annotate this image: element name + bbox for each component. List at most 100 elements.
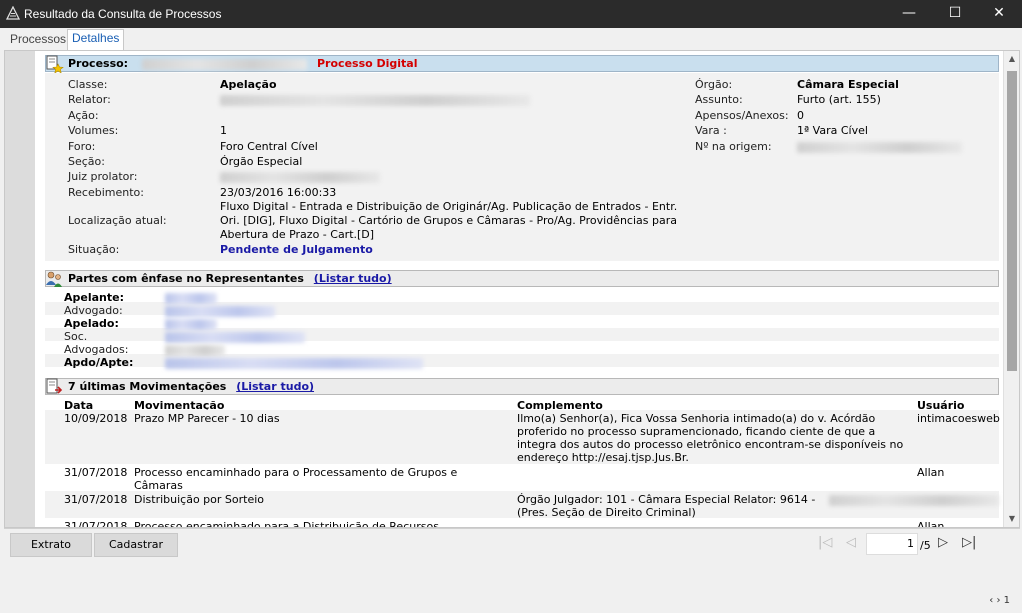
movimentacoes-title: 7 últimas Movimentações (Listar tudo) (68, 380, 314, 393)
orgao-value: Câmara Especial (797, 78, 899, 91)
processo-digital-tag: Processo Digital (317, 57, 418, 70)
partes-header: Partes com ênfase no Representantes (Lis… (45, 270, 999, 287)
parte-name-redacted[interactable] (165, 293, 217, 304)
prev-page-icon[interactable]: ◁ (846, 535, 856, 550)
vertical-scrollbar[interactable]: ▲ ▼ (1003, 51, 1019, 527)
field-label: Recebimento: (68, 186, 144, 199)
field-label: Nº na origem: (695, 140, 772, 153)
page-total: /5 (920, 539, 931, 552)
situacao-value: Pendente de Julgamento (220, 243, 373, 256)
field-label: Seção: (68, 155, 105, 168)
left-margin (5, 51, 35, 527)
document-star-icon (46, 55, 64, 74)
classe-value: Apelação (220, 78, 277, 91)
foro-value: Foro Central Cível (220, 140, 318, 153)
mov-complement: proferido no processo supramencionado, f… (517, 425, 876, 438)
mov-user: Allan (917, 520, 945, 528)
details-panel: Processo: Processo Digital Classe: Apela… (4, 50, 1020, 528)
vara-value: 1ª Vara Cível (797, 124, 868, 137)
minimize-button[interactable]: — (886, 0, 932, 28)
last-page-icon[interactable]: ▷| (962, 535, 976, 550)
mov-complement: Órgão Julgador: 101 - Câmara Especial Re… (517, 493, 816, 506)
mov-text: Processo encaminhado para a Distribuição… (134, 520, 439, 528)
maximize-button[interactable]: ☐ (932, 0, 978, 28)
status-bar: ‹ › 1 (0, 560, 1022, 613)
scroll-thumb[interactable] (1007, 71, 1017, 371)
processo-label: Processo: (68, 57, 129, 70)
close-button[interactable]: ✕ (976, 0, 1022, 28)
field-label: Assunto: (695, 93, 743, 106)
extrato-button[interactable]: Extrato (10, 533, 92, 557)
recebimento-value: 23/03/2016 16:00:33 (220, 186, 337, 199)
partes-title-text: Partes com ênfase no Representantes (68, 272, 304, 285)
tab-detalhes[interactable]: Detalhes (67, 29, 125, 50)
page-number-input[interactable]: 1 (866, 533, 918, 555)
parte-label: Apelante: (64, 291, 124, 304)
field-label: Foro: (68, 140, 96, 153)
table-row: 31/07/2018 Distribuição por Sorteio Órgã… (45, 491, 999, 519)
title-bar: Resultado da Consulta de Processos — ☐ ✕ (0, 0, 1022, 28)
mov-user: Allan (917, 466, 945, 479)
parte-label: Apelado: (64, 317, 119, 330)
movimentacoes-header: 7 últimas Movimentações (Listar tudo) (45, 378, 999, 395)
parte-label: Advogados: (64, 343, 129, 356)
mov-date: 31/07/2018 (64, 493, 128, 506)
field-label: Relator: (68, 93, 111, 106)
assunto-value: Furto (art. 155) (797, 93, 881, 106)
localizacao-line: Abertura de Prazo - Cart.[D] (220, 228, 375, 241)
mov-complement: integra dos autos do processo eletrônico… (517, 438, 904, 451)
parte-label: Apdo/Apte: (64, 356, 134, 369)
field-label: Apensos/Anexos: (695, 109, 789, 122)
details-content: Processo: Processo Digital Classe: Apela… (41, 53, 1003, 528)
apensos-value: 0 (797, 109, 804, 122)
parte-name-redacted[interactable] (165, 332, 305, 343)
mov-text: Prazo MP Parecer - 10 dias (134, 412, 280, 425)
mov-date: 10/09/2018 (64, 412, 128, 425)
field-label: Órgão: (695, 78, 733, 91)
scroll-up-arrow-icon[interactable]: ▲ (1004, 51, 1019, 67)
juiz-redacted (220, 172, 380, 183)
table-row: 10/09/2018 Prazo MP Parecer - 10 dias Il… (45, 410, 1000, 464)
mov-date: 31/07/2018 (64, 466, 128, 479)
field-label: Volumes: (68, 124, 119, 137)
tab-strip: Processos Detalhes (0, 28, 1022, 50)
partes-title: Partes com ênfase no Representantes (Lis… (68, 272, 392, 285)
mov-date: 31/07/2018 (64, 520, 128, 528)
scroll-down-arrow-icon[interactable]: ▼ (1004, 511, 1019, 527)
numero-origem-redacted (797, 142, 962, 153)
parte-label: Soc. (64, 330, 88, 343)
localizacao-line: Fluxo Digital - Entrada e Distribuição d… (220, 200, 678, 213)
first-page-icon[interactable]: |◁ (818, 535, 832, 550)
parte-name-redacted[interactable] (165, 319, 217, 330)
mov-user: intimacoesweb (917, 412, 1000, 425)
window-title: Resultado da Consulta de Processos (24, 7, 222, 21)
status-nav[interactable]: ‹ › 1 (989, 595, 1010, 606)
partes-list-all-link[interactable]: (Listar tudo) (314, 272, 392, 285)
relator-name-redacted (829, 495, 999, 506)
field-label: Juiz prolator: (68, 170, 138, 183)
processo-number-redacted (142, 59, 307, 70)
localizacao-line: Ori. [DIG], Fluxo Digital - Cartório de … (220, 214, 677, 227)
mov-complement: endereço http://esaj.tjsp.Jus.Br. (517, 451, 689, 464)
parte-name-redacted[interactable] (165, 306, 275, 317)
relator-redacted (220, 95, 530, 106)
footer-toolbar: Extrato Cadastrar |◁ ◁ 1 /5 ▷ ▷| (4, 528, 1020, 560)
mov-complement: Ilmo(a) Senhor(a), Fica Vossa Senhoria i… (517, 412, 876, 425)
people-icon (46, 271, 62, 287)
parte-label: Advogado: (64, 304, 123, 317)
field-label: Ação: (68, 109, 99, 122)
tab-processos[interactable]: Processos (6, 31, 70, 49)
secao-value: Órgão Especial (220, 155, 303, 168)
situacao-label: Situação: (68, 243, 120, 256)
cadastrar-button[interactable]: Cadastrar (94, 533, 178, 557)
next-page-icon[interactable]: ▷ (938, 535, 948, 550)
parte-name-redacted[interactable] (165, 358, 423, 369)
processo-header: Processo: Processo Digital (45, 55, 999, 74)
field-label: Classe: (68, 78, 108, 91)
mov-text: Distribuição por Sorteio (134, 493, 265, 506)
localizacao-label: Localização atual: (68, 214, 167, 227)
field-label: Vara : (695, 124, 727, 137)
parte-name-redacted (165, 345, 225, 356)
movimentacoes-list-all-link[interactable]: (Listar tudo) (236, 380, 314, 393)
table-row: 31/07/2018 Processo encaminhado para a D… (45, 518, 999, 528)
